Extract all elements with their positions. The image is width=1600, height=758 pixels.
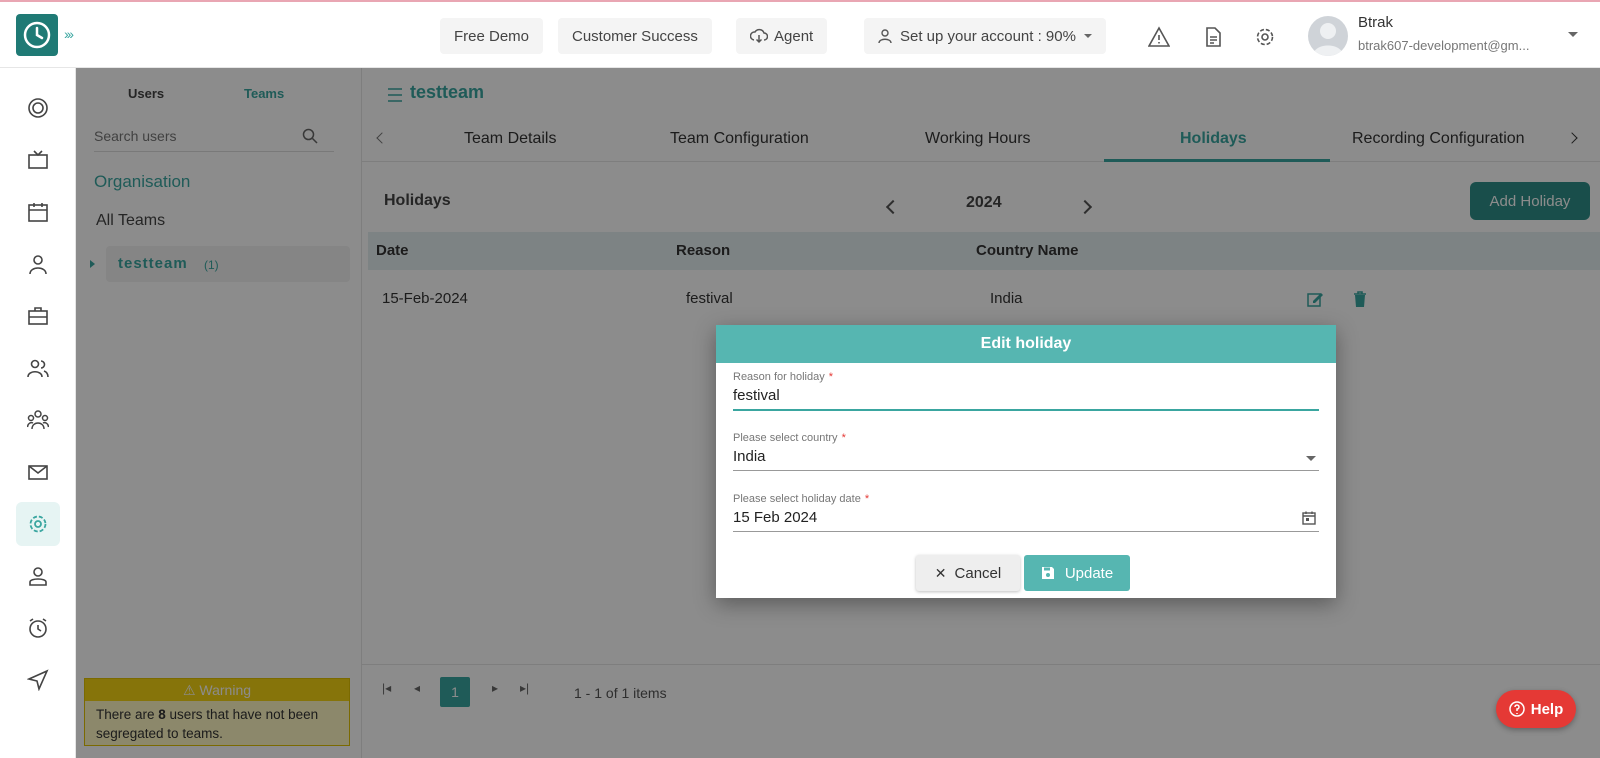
save-icon xyxy=(1041,567,1054,579)
send-icon xyxy=(27,669,49,691)
rail-calendar[interactable] xyxy=(16,190,60,234)
left-rail xyxy=(0,68,76,758)
setup-account-button[interactable]: Set up your account : 90% xyxy=(864,18,1106,54)
avatar[interactable] xyxy=(1308,16,1348,56)
chevron-down-icon[interactable] xyxy=(1306,456,1316,461)
edit-holiday-dialog: Edit holiday Reason for holiday * festiva… xyxy=(716,325,1336,598)
users-icon xyxy=(27,359,49,378)
gear-icon[interactable] xyxy=(1254,26,1276,48)
date-underline xyxy=(733,531,1319,532)
rail-teams[interactable] xyxy=(16,398,60,442)
chevron-down-icon xyxy=(1083,34,1092,38)
rail-profile[interactable] xyxy=(16,554,60,598)
free-demo-button[interactable]: Free Demo xyxy=(440,18,544,54)
user-name: Btrak xyxy=(1358,14,1394,31)
country-label: Please select country * xyxy=(733,432,846,444)
update-button[interactable]: Update xyxy=(1024,555,1130,591)
rail-tv[interactable] xyxy=(16,138,60,182)
rail-briefcase[interactable] xyxy=(16,294,60,338)
user-icon xyxy=(29,255,47,275)
country-underline xyxy=(733,470,1319,471)
team-icon xyxy=(27,410,49,430)
rail-alarm[interactable] xyxy=(16,606,60,650)
dialog-title: Edit holiday xyxy=(716,325,1336,363)
agent-button[interactable]: Agent xyxy=(736,18,828,54)
rail-user[interactable] xyxy=(16,242,60,286)
rail-dashboard[interactable] xyxy=(16,86,60,130)
top-bar: ››› Free Demo Customer Success Agent Set… xyxy=(0,0,1600,68)
user-badge-icon xyxy=(29,567,47,586)
reason-label: Reason for holiday * xyxy=(733,371,834,383)
user-settings-icon xyxy=(878,29,892,44)
rail-send[interactable] xyxy=(16,658,60,702)
date-label: Please select holiday date * xyxy=(733,493,870,505)
reason-input[interactable]: festival xyxy=(733,387,780,404)
warning-icon[interactable] xyxy=(1148,26,1170,48)
app-logo[interactable] xyxy=(16,14,58,56)
customer-success-button[interactable]: Customer Success xyxy=(558,18,712,54)
tv-icon xyxy=(28,150,48,169)
briefcase-icon xyxy=(28,307,48,325)
close-icon: ✕ xyxy=(934,564,947,581)
alarm-icon xyxy=(29,618,47,638)
mail-icon xyxy=(28,465,48,480)
user-email: btrak607-development@gm... xyxy=(1358,38,1530,53)
document-icon[interactable] xyxy=(1202,26,1224,48)
rail-users[interactable] xyxy=(16,346,60,390)
cancel-button[interactable]: ✕ Cancel xyxy=(916,555,1020,591)
user-avatar-icon xyxy=(1313,23,1343,56)
calendar-picker-icon[interactable] xyxy=(1302,511,1316,525)
expand-sidebar-icon[interactable]: ››› xyxy=(64,26,74,42)
calendar-icon xyxy=(28,203,48,222)
help-icon xyxy=(1508,701,1525,717)
date-input[interactable]: 15 Feb 2024 xyxy=(733,509,817,526)
country-select[interactable]: India xyxy=(733,448,766,465)
settings-icon xyxy=(29,515,47,533)
help-button[interactable]: Help xyxy=(1496,690,1576,728)
clock-logo-icon xyxy=(23,21,51,49)
user-menu-chevron-icon[interactable] xyxy=(1568,32,1578,37)
cloud-download-icon xyxy=(750,28,768,44)
rail-mail[interactable] xyxy=(16,450,60,494)
reason-underline xyxy=(733,409,1319,411)
rail-settings[interactable] xyxy=(16,502,60,546)
target-icon xyxy=(28,98,48,118)
